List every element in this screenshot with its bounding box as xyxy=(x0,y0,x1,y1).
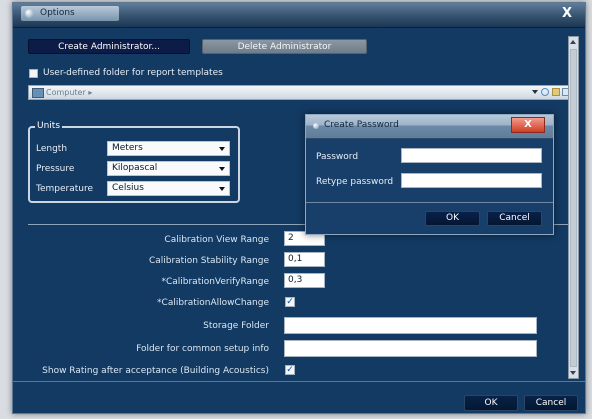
refresh-icon[interactable] xyxy=(541,88,549,96)
close-window-button[interactable]: X xyxy=(557,5,577,23)
temperature-dropdown-icon xyxy=(219,187,225,191)
ok-button[interactable]: OK xyxy=(464,395,518,411)
create-administrator-button[interactable]: Create Administrator... xyxy=(28,39,190,54)
calibration-verify-range-input[interactable]: 0,3 xyxy=(284,273,325,288)
pressure-label: Pressure xyxy=(36,164,75,174)
pressure-dropdown-icon xyxy=(219,167,225,171)
calibration-view-range-label: Calibration View Range xyxy=(164,235,269,245)
calibration-verify-range-label: *CalibrationVerifyRange xyxy=(161,277,269,287)
units-legend: Units xyxy=(35,121,63,131)
scroll-thumb[interactable] xyxy=(570,49,577,367)
create-password-title: Create Password xyxy=(324,120,399,130)
report-templates-checkbox[interactable] xyxy=(29,69,38,78)
dialog-cancel-button[interactable]: Cancel xyxy=(487,211,542,226)
units-group: Units Length Meters Pressure Kilopascal … xyxy=(28,121,240,203)
length-value: Meters xyxy=(112,143,143,153)
dialog-ok-button[interactable]: OK xyxy=(425,211,480,226)
cancel-button[interactable]: Cancel xyxy=(524,395,578,411)
dialog-button-divider xyxy=(306,202,553,203)
calibration-allow-change-label: *CalibrationAllowChange xyxy=(157,298,269,308)
settings-scrollbar[interactable] xyxy=(568,36,579,379)
options-title-bar: Options X xyxy=(13,3,585,28)
temperature-value: Celsius xyxy=(112,183,144,193)
close-dialog-button[interactable]: X xyxy=(511,117,545,133)
calibration-stability-range-input[interactable]: 0,1 xyxy=(284,252,325,267)
calibration-stability-range-label: Calibration Stability Range xyxy=(148,256,269,266)
dialog-app-icon xyxy=(313,123,319,129)
storage-folder-label: Storage Folder xyxy=(203,321,269,331)
length-dropdown-icon xyxy=(219,147,225,151)
scroll-up-icon[interactable] xyxy=(570,40,576,44)
pressure-value: Kilopascal xyxy=(112,163,158,173)
report-template-path-bar[interactable]: Computer ▸ xyxy=(28,85,574,100)
password-input[interactable] xyxy=(401,148,542,163)
password-label: Password xyxy=(316,152,359,162)
computer-icon xyxy=(32,88,44,98)
temperature-select[interactable]: Celsius xyxy=(107,181,230,196)
retype-password-input[interactable] xyxy=(401,173,542,188)
common-setup-folder-input[interactable] xyxy=(284,340,537,357)
pressure-select[interactable]: Kilopascal xyxy=(107,161,230,176)
path-text: Computer ▸ xyxy=(46,88,93,97)
temperature-label: Temperature xyxy=(36,184,94,194)
length-select[interactable]: Meters xyxy=(107,141,230,156)
app-icon xyxy=(25,9,34,18)
window-title: Options xyxy=(40,8,75,18)
window-title-chip: Options xyxy=(21,6,119,21)
report-templates-label: User-defined folder for report templates xyxy=(43,68,223,78)
folder-icon[interactable] xyxy=(552,88,560,96)
length-label: Length xyxy=(36,144,68,154)
create-password-dialog: Create Password X Password Retype passwo… xyxy=(305,114,554,235)
retype-password-label: Retype password xyxy=(316,177,394,187)
path-dropdown-icon[interactable] xyxy=(532,90,538,94)
storage-folder-input[interactable] xyxy=(284,317,537,334)
delete-administrator-button[interactable]: Delete Administrator xyxy=(202,39,367,54)
common-setup-folder-label: Folder for common setup info xyxy=(136,344,269,354)
footer-divider xyxy=(13,381,585,382)
show-rating-checkbox[interactable]: ✓ xyxy=(285,365,295,375)
show-rating-label: Show Rating after acceptance (Building A… xyxy=(42,366,269,376)
create-password-title-bar: Create Password X xyxy=(306,115,553,139)
scroll-down-icon[interactable] xyxy=(570,371,576,375)
calibration-allow-change-checkbox[interactable]: ✓ xyxy=(285,297,295,307)
